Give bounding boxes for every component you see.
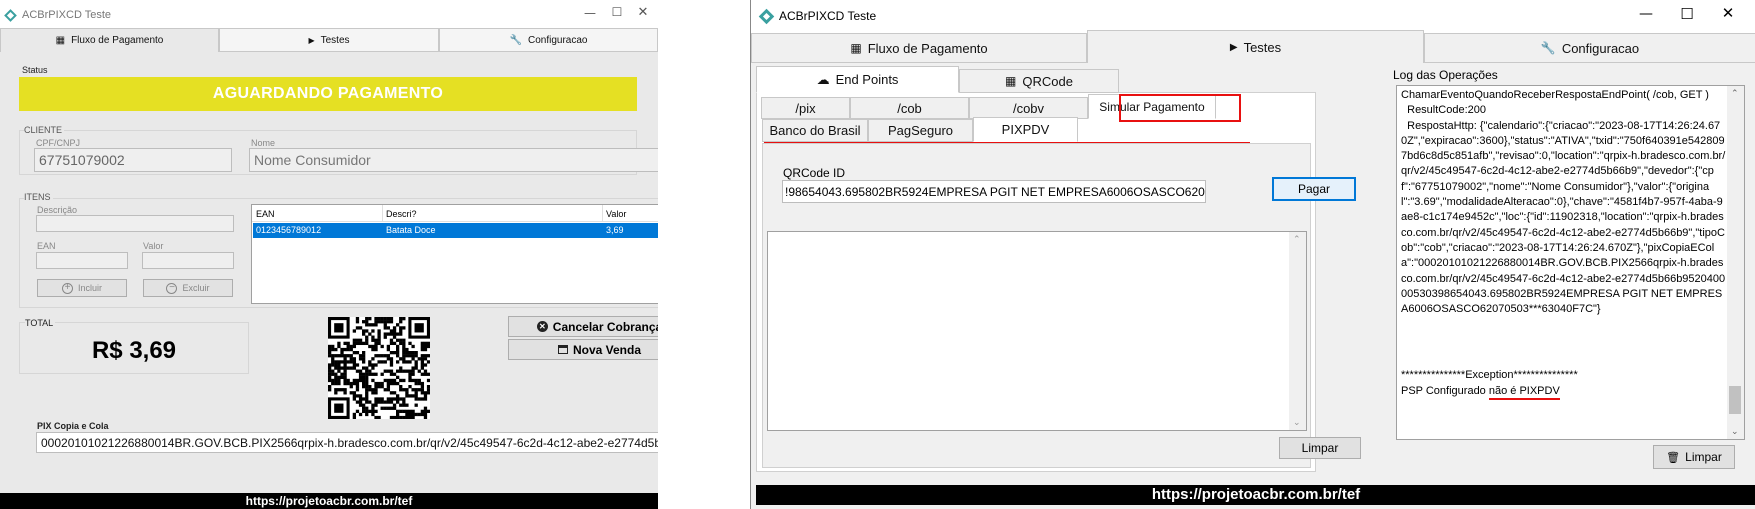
cliente-group-label: CLIENTE xyxy=(24,125,65,135)
tab-pagseguro[interactable]: PagSeguro xyxy=(868,119,973,142)
minimize-button[interactable]: — xyxy=(1636,6,1656,22)
grid-header: EAN Descri? Valor xyxy=(252,205,658,222)
plus-circle-icon: + xyxy=(61,282,73,294)
cpf-label: CPF/CNPJ xyxy=(36,138,81,148)
scroll-up-arrow-icon[interactable]: ⌃ xyxy=(1293,234,1301,245)
trash-icon: 🗑 xyxy=(1666,451,1681,464)
result-memo[interactable]: ⌃ ⌄ xyxy=(767,231,1307,431)
app-logo-icon xyxy=(758,8,775,25)
scroll-down-arrow-icon[interactable]: ⌄ xyxy=(1731,426,1739,437)
descricao-field[interactable] xyxy=(36,215,234,232)
ean-field[interactable] xyxy=(36,252,128,269)
limpar-log-button[interactable]: 🗑 Limpar xyxy=(1653,445,1735,469)
status-text: AGUARDANDO PAGAMENTO xyxy=(212,85,444,102)
valor-field[interactable] xyxy=(142,252,234,269)
itens-group-label: ITENS xyxy=(24,192,53,202)
exception-line: ***************Exception*************** xyxy=(1401,369,1578,381)
minus-circle-icon: − xyxy=(166,282,178,294)
play-icon: ▶ xyxy=(308,35,315,45)
window-title: ACBrPIXCD Teste xyxy=(22,9,112,21)
play-icon: ▶ xyxy=(1229,41,1238,53)
tab-fluxo-pagamento[interactable]: ▦ Fluxo de Pagamento xyxy=(751,33,1087,63)
total-label: TOTAL xyxy=(25,318,56,328)
close-button[interactable]: ✕ xyxy=(633,5,653,20)
highlight-simular-pagamento xyxy=(1119,94,1241,122)
scroll-thumb[interactable] xyxy=(1729,386,1741,414)
row-ean: 0123456789012 xyxy=(256,225,322,235)
maximize-button[interactable]: ☐ xyxy=(1677,5,1697,23)
pix-copia-cola-field[interactable]: 00020101021226880014BR.GOV.BCB.PIX2566qr… xyxy=(36,432,658,453)
minimize-button[interactable]: — xyxy=(580,6,600,20)
descricao-label: Descrição xyxy=(37,205,78,215)
ean-label: EAN xyxy=(37,241,56,251)
tab-pixpdv[interactable]: PIXPDV xyxy=(973,117,1078,142)
window-title: ACBrPIXCD Teste xyxy=(779,9,877,23)
right-footer[interactable]: https://projetoacbr.com.br/tef xyxy=(756,485,1755,505)
pix-copia-cola-label: PIX Copia e Cola xyxy=(37,421,109,431)
tab-configuracao[interactable]: 🔧 Configuracao xyxy=(439,28,658,52)
tab-fluxo-pagamento[interactable]: ▦ Fluxo de Pagamento xyxy=(0,28,219,52)
register-icon xyxy=(557,345,568,354)
nova-venda-button[interactable]: Nova Venda xyxy=(508,339,658,360)
excluir-button[interactable]: − Excluir xyxy=(143,279,233,297)
close-circle-icon: ✕ xyxy=(536,321,548,332)
cloud-download-icon: ☁ xyxy=(816,71,830,87)
scroll-up-arrow-icon[interactable]: ⌃ xyxy=(1731,88,1739,99)
left-footer[interactable]: https://projetoacbr.com.br/tef xyxy=(0,493,658,509)
scroll-down-arrow-icon[interactable]: ⌄ xyxy=(1293,417,1301,428)
subtab-end-points[interactable]: ☁ End Points xyxy=(756,66,959,93)
tab-cobv[interactable]: /cobv xyxy=(969,97,1088,119)
wrench-icon: 🔧 xyxy=(509,34,522,46)
pagar-button[interactable]: Pagar xyxy=(1272,177,1356,201)
qrcode-icon: ▦ xyxy=(1005,74,1017,88)
subtab-qrcode[interactable]: ▦ QRCode xyxy=(959,69,1119,93)
qrcode-id-label: QRCode ID xyxy=(783,166,846,180)
maximize-button[interactable]: ☐ xyxy=(607,5,627,19)
qrcode-icon: ▦ xyxy=(850,41,862,55)
cpf-field[interactable]: 67751079002 xyxy=(34,148,232,172)
cancelar-cobranca-button[interactable]: ✕ Cancelar Cobrança xyxy=(508,316,658,337)
log-memo[interactable]: ChamarEventoQuandoReceberRespostaEndPoin… xyxy=(1396,85,1745,440)
close-button[interactable]: ✕ xyxy=(1718,4,1738,22)
nome-field[interactable]: Nome Consumidor xyxy=(249,148,658,172)
col-header-ean[interactable]: EAN xyxy=(256,209,275,219)
memo-scrollbar[interactable]: ⌃ ⌄ xyxy=(1289,232,1306,430)
qrcode-icon: ▦ xyxy=(55,35,66,46)
tab-testes[interactable]: ▶ Testes xyxy=(219,28,439,52)
itens-grid[interactable]: EAN Descri? Valor 0123456789012 Batata D… xyxy=(251,204,658,304)
valor-label: Valor xyxy=(143,241,164,251)
status-banner: AGUARDANDO PAGAMENTO xyxy=(19,77,637,111)
right-window: ACBrPIXCD Teste — ☐ ✕ ▦ Fluxo de Pagamen… xyxy=(750,0,1755,509)
qrcode-image xyxy=(328,317,430,419)
row-descricao: Batata Doce xyxy=(386,225,436,235)
col-header-valor[interactable]: Valor xyxy=(606,209,626,219)
col-header-descricao[interactable]: Descri? xyxy=(386,209,417,219)
left-titlebar: ACBrPIXCD Teste — ☐ ✕ xyxy=(0,0,658,30)
row-valor: 3,69 xyxy=(606,225,624,235)
limpar-button[interactable]: Limpar xyxy=(1279,437,1361,459)
tab-testes[interactable]: ▶ Testes xyxy=(1087,30,1424,63)
app-logo-icon xyxy=(4,9,17,22)
psp-error-line: PSP Configurado não é PIXPDV xyxy=(1401,385,1560,400)
table-row[interactable]: 0123456789012 Batata Doce 3,69 xyxy=(253,223,658,238)
right-titlebar: ACBrPIXCD Teste — ☐ ✕ xyxy=(751,0,1755,34)
tab-cob[interactable]: /cob xyxy=(850,97,969,119)
window-gap xyxy=(658,0,750,509)
psp-error-highlight: não é PIXPDV xyxy=(1488,385,1560,400)
tab-configuracao[interactable]: 🔧 Configuracao xyxy=(1424,33,1755,63)
left-window: ACBrPIXCD Teste — ☐ ✕ ▦ Fluxo de Pagamen… xyxy=(0,0,658,509)
log-scrollbar[interactable]: ⌃ ⌄ xyxy=(1727,86,1744,439)
incluir-button[interactable]: + Incluir xyxy=(37,279,127,297)
status-label: Status xyxy=(22,65,48,75)
log-label: Log das Operações xyxy=(1393,68,1498,82)
tab-pix[interactable]: /pix xyxy=(761,97,850,119)
wrench-icon: 🔧 xyxy=(1540,41,1556,55)
log-text: ChamarEventoQuandoReceberRespostaEndPoin… xyxy=(1401,89,1726,316)
nome-label: Nome xyxy=(251,138,276,148)
total-value: R$ 3,69 xyxy=(91,337,177,364)
qrcode-id-field[interactable]: !98654043.695802BR5924EMPRESA PGIT NET E… xyxy=(782,180,1206,203)
tab-banco-do-brasil[interactable]: Banco do Brasil xyxy=(762,119,868,142)
